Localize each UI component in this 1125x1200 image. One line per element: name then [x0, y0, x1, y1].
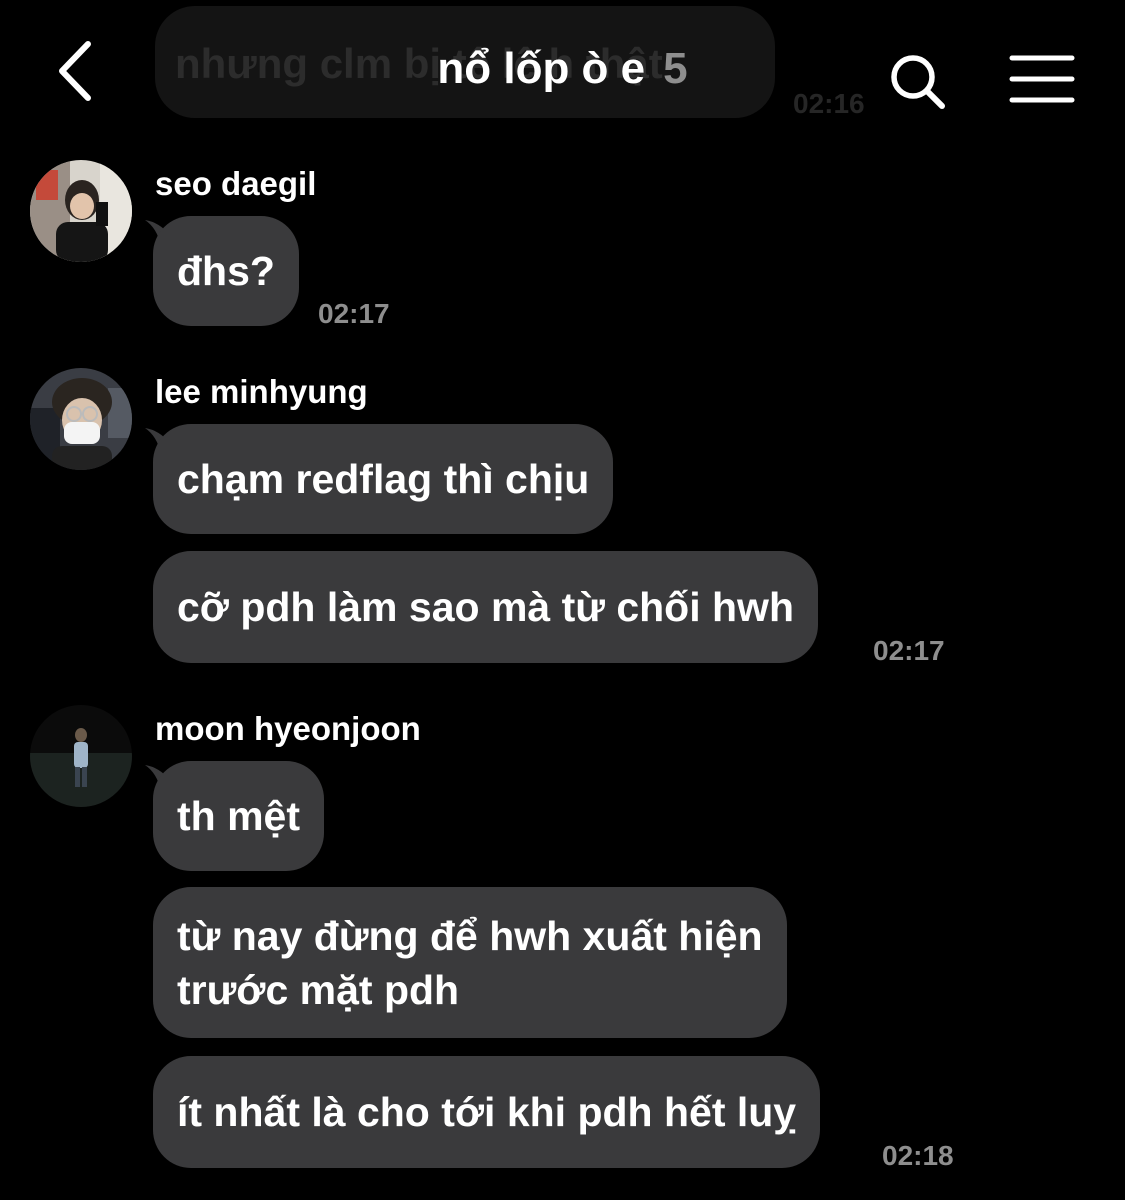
- message-text-line: trước mặt pdh: [177, 966, 460, 1013]
- avatar-lee-minhyung[interactable]: [30, 368, 132, 470]
- message-text: th mệt: [177, 793, 300, 839]
- message-text: đhs?: [177, 248, 275, 294]
- message-bubble[interactable]: đhs?: [153, 216, 299, 326]
- sender-name: seo daegil: [155, 165, 317, 202]
- sender-name: lee minhyung: [155, 373, 368, 410]
- avatar-moon-hyeonjoon[interactable]: [30, 705, 132, 807]
- hamburger-menu-icon: [1009, 55, 1075, 103]
- message-text: chạm redflag thì chịu: [177, 456, 590, 502]
- message-bubble[interactable]: từ nay đừng để hwh xuất hiện trước mặt p…: [153, 887, 787, 1038]
- message-bubble[interactable]: th mệt: [153, 761, 324, 871]
- message-bubble[interactable]: cỡ pdh làm sao mà từ chối hwh: [153, 551, 818, 663]
- message-text-line: từ nay đừng để hwh xuất hiện: [177, 912, 763, 959]
- avatar-seo-daegil[interactable]: [30, 160, 132, 262]
- menu-button[interactable]: [1008, 52, 1076, 106]
- avatar-photo: [30, 705, 132, 807]
- message-time: 02:18: [882, 1140, 954, 1171]
- member-count: 5: [663, 44, 688, 93]
- message-text: ít nhất là cho tới khi pdh hết luỵ: [177, 1089, 797, 1135]
- search-button[interactable]: [886, 50, 950, 114]
- message-time: 02:17: [318, 298, 390, 329]
- search-icon: [891, 55, 945, 109]
- message-bubble[interactable]: chạm redflag thì chịu: [153, 424, 614, 534]
- message-text: cỡ pdh làm sao mà từ chối hwh: [177, 584, 794, 630]
- chat-title-text: nổ lốp ò e: [437, 44, 646, 93]
- avatar-photo: [30, 160, 132, 262]
- chat-title[interactable]: nổ lốp ò e 5: [0, 44, 1125, 94]
- message-time: 02:17: [873, 635, 945, 666]
- sender-name: moon hyeonjoon: [155, 710, 421, 747]
- chat-screen: nhưng clm bị tê lê h thật 02:16 nổ lốp ò…: [0, 0, 1125, 1200]
- message-bubble[interactable]: ít nhất là cho tới khi pdh hết luỵ: [153, 1056, 821, 1168]
- chat-header: nổ lốp ò e 5: [0, 0, 1125, 140]
- avatar-photo: [30, 368, 132, 470]
